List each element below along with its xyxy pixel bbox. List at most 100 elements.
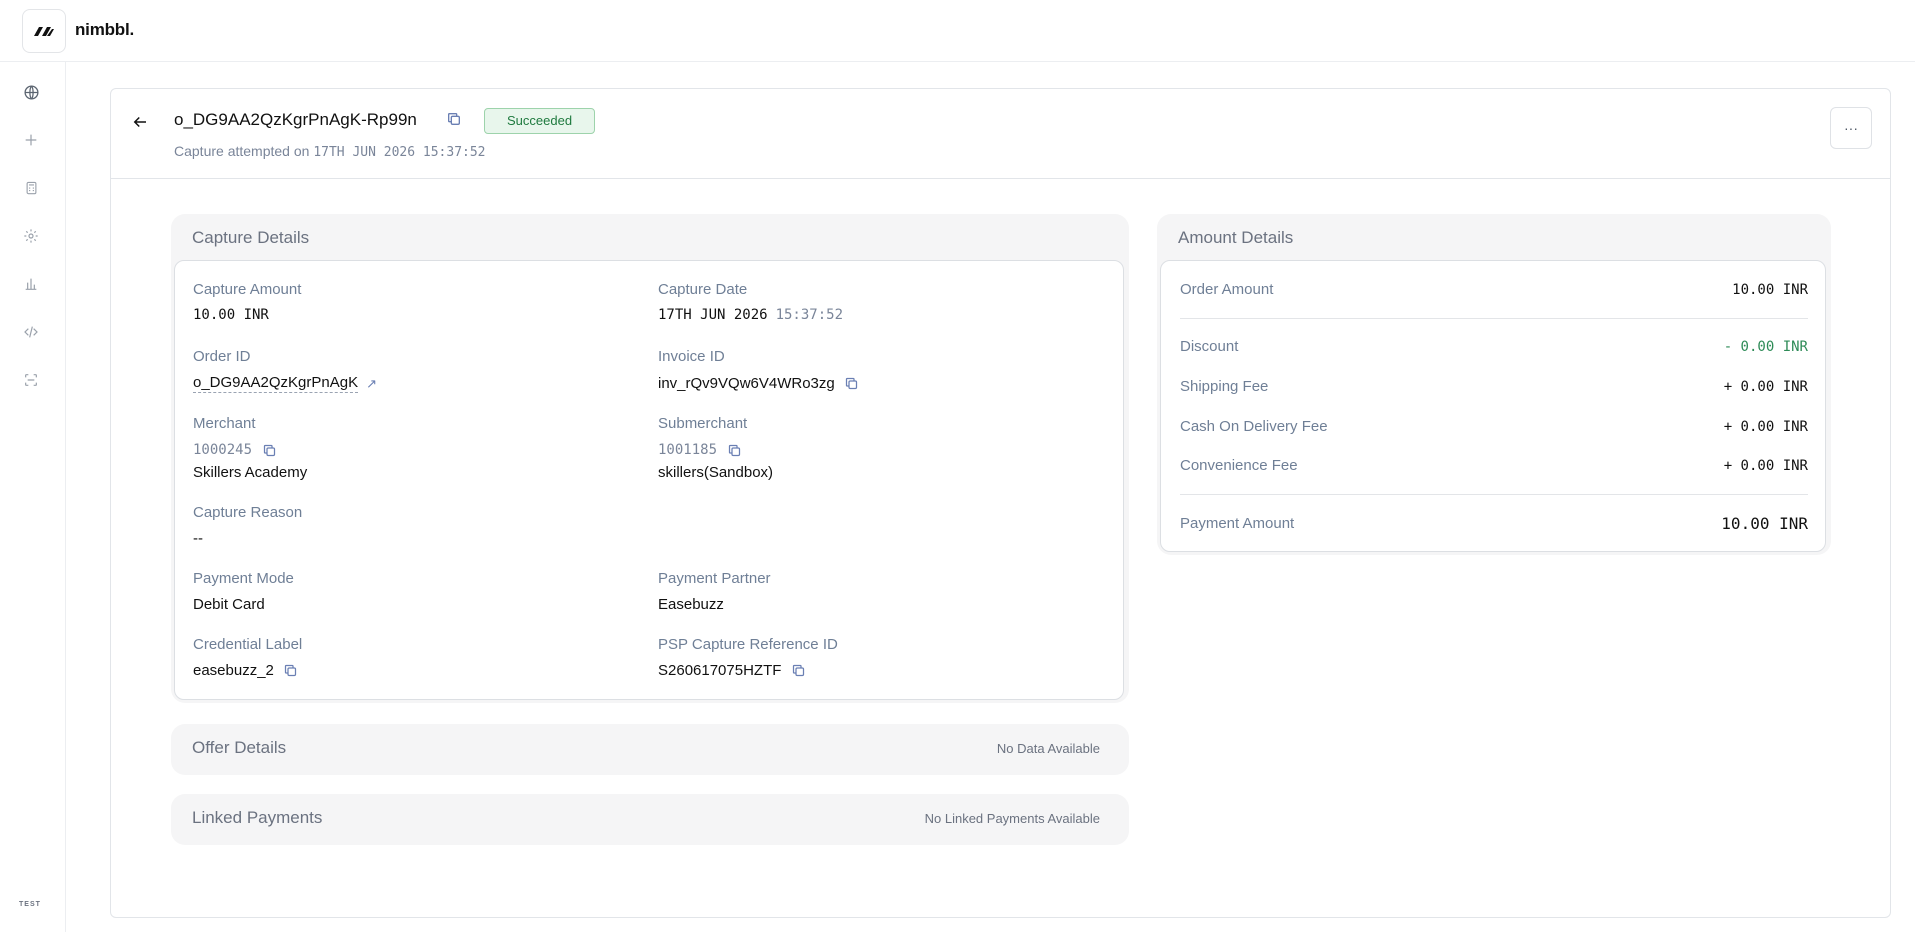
capture-details-body: Capture Amount 10.00 INR Capture Date 17…	[174, 260, 1124, 700]
status-badge: Succeeded	[484, 108, 596, 134]
sidebar-item-create[interactable]	[21, 130, 41, 150]
discount-value: - 0.00 INR	[1723, 339, 1808, 355]
capture-amount-text: 10.00 INR	[193, 307, 269, 323]
shipping-fee-value: + 0.00 INR	[1723, 379, 1808, 395]
capture-reason-label: Capture Reason	[193, 504, 303, 521]
credential-label-value: easebuzz_2	[193, 661, 300, 679]
offer-details-title: Offer Details	[192, 738, 287, 757]
back-button[interactable]	[127, 109, 153, 135]
order-amount-value: 10.00 INR	[1732, 282, 1808, 298]
submerchant-id-text: 1001185	[658, 442, 718, 458]
sidebar-item-analytics[interactable]	[21, 274, 41, 294]
sidebar-item-settings[interactable]	[21, 226, 41, 246]
sidebar: TEST	[0, 62, 66, 932]
capture-details-card: Capture Details Capture Amount 10.00 INR…	[171, 214, 1129, 703]
sidebar-item-calculator[interactable]	[21, 178, 41, 198]
linked-payments-empty: No Linked Payments Available	[924, 811, 1100, 826]
invoice-id-label: Invoice ID	[658, 348, 725, 365]
payment-amount-value: 10.00 INR	[1721, 514, 1808, 533]
merchant-name: Skillers Academy	[193, 464, 308, 481]
capture-date-label: Capture Date	[658, 281, 748, 298]
subtitle-date: 17TH JUN 2026 15:37:52	[313, 145, 486, 160]
arrow-left-icon	[133, 116, 146, 128]
convenience-fee-label: Convenience Fee	[1180, 457, 1298, 474]
amount-divider	[1180, 494, 1808, 495]
capture-reason-value: --	[193, 530, 203, 547]
capture-date-value: 17TH JUN 2026 15:37:52	[658, 307, 843, 323]
settings-gear-icon	[24, 229, 38, 243]
amount-divider	[1180, 318, 1808, 319]
page-title: o_DG9AA2QzKgrPnAgK-Rp99n	[174, 110, 417, 129]
payment-mode-value: Debit Card	[193, 596, 265, 613]
copy-submerchant-id-button[interactable]	[725, 441, 743, 459]
linked-payments-title: Linked Payments	[192, 808, 323, 827]
copy-icon	[263, 444, 275, 456]
top-bar: nimbbl.	[0, 0, 1915, 62]
copy-order-id-button[interactable]	[445, 110, 463, 128]
offer-details-card[interactable]: Offer Details No Data Available	[171, 724, 1129, 775]
globe-icon	[23, 84, 39, 100]
payment-amount-label: Payment Amount	[1180, 515, 1295, 532]
app-name: nimbbl.	[75, 20, 135, 39]
more-options-button[interactable]: ···	[1830, 107, 1872, 149]
order-id-label: Order ID	[193, 348, 251, 365]
payment-mode-label: Payment Mode	[193, 570, 294, 587]
merchant-label: Merchant	[193, 415, 256, 432]
copy-icon	[285, 664, 297, 676]
discount-label: Discount	[1180, 338, 1239, 355]
invoice-id-value: inv_rQv9VQw6V4WRo3zg	[658, 374, 861, 392]
amount-details-body: Order Amount 10.00 INR Discount - 0.00 I…	[1160, 260, 1826, 552]
capture-amount-label: Capture Amount	[193, 281, 302, 298]
logo-icon	[34, 27, 54, 36]
nimbbl-logo[interactable]	[22, 9, 66, 53]
credential-label-text: easebuzz_2	[193, 661, 274, 679]
order-amount-label: Order Amount	[1180, 281, 1274, 298]
copy-merchant-id-button[interactable]	[260, 441, 278, 459]
capture-date-text: 17TH JUN 2026	[658, 307, 768, 323]
copy-icon	[728, 444, 740, 456]
psp-reference-value: S260617075HZTF	[658, 661, 807, 679]
linked-payments-card[interactable]: Linked Payments No Linked Payments Avail…	[171, 794, 1129, 845]
amount-details-card: Amount Details Order Amount 10.00 INR Di…	[1157, 214, 1831, 555]
cod-fee-label: Cash On Delivery Fee	[1180, 418, 1328, 435]
copy-credential-label-button[interactable]	[282, 661, 300, 679]
convenience-fee-value: + 0.00 INR	[1723, 458, 1808, 474]
submerchant-id-value: 1001185	[658, 441, 743, 459]
copy-icon	[792, 664, 805, 676]
scan-icon	[25, 374, 37, 386]
submerchant-name: skillers(Sandbox)	[658, 464, 774, 481]
merchant-id-value: 1000245	[193, 441, 278, 459]
submerchant-label: Submerchant	[658, 415, 748, 432]
merchant-id-text: 1000245	[193, 442, 253, 458]
detail-header: o_DG9AA2QzKgrPnAgK-Rp99n Succeeded Captu…	[111, 89, 1890, 179]
code-icon	[24, 326, 38, 338]
capture-timestamp: Capture attempted on 17TH JUN 2026 15:37…	[174, 143, 486, 160]
capture-detail-panel: o_DG9AA2QzKgrPnAgK-Rp99n Succeeded Captu…	[110, 88, 1891, 918]
payment-partner-label: Payment Partner	[658, 570, 771, 587]
shipping-fee-label: Shipping Fee	[1180, 378, 1269, 395]
bar-chart-icon	[25, 278, 37, 290]
calculator-icon	[26, 181, 36, 195]
order-id-link[interactable]: o_DG9AA2QzKgrPnAgK	[193, 374, 359, 393]
psp-reference-label: PSP Capture Reference ID	[658, 636, 838, 653]
psp-reference-text: S260617075HZTF	[658, 661, 782, 679]
sidebar-item-globe[interactable]	[21, 82, 41, 102]
capture-time-text: 15:37:52	[775, 307, 844, 323]
cod-fee-value: + 0.00 INR	[1723, 419, 1808, 435]
credential-label-label: Credential Label	[193, 636, 303, 653]
plus-icon	[25, 134, 37, 146]
capture-details-title: Capture Details	[192, 228, 310, 247]
copy-invoice-id-button[interactable]	[843, 374, 861, 392]
payment-partner-value: Easebuzz	[658, 596, 724, 613]
order-id-value: o_DG9AA2QzKgrPnAgK ↗	[193, 374, 377, 393]
sidebar-item-scan[interactable]	[21, 370, 41, 390]
copy-icon	[846, 377, 858, 389]
copy-psp-reference-button[interactable]	[789, 661, 807, 679]
subtitle-prefix: Capture attempted on	[174, 143, 310, 159]
offer-details-empty: No Data Available	[996, 741, 1100, 756]
capture-amount-value: 10.00 INR	[193, 307, 269, 323]
amount-details-title: Amount Details	[1178, 228, 1294, 247]
copy-icon	[448, 113, 460, 125]
sidebar-item-developer[interactable]	[21, 322, 41, 342]
external-link-icon[interactable]: ↗	[366, 376, 377, 392]
